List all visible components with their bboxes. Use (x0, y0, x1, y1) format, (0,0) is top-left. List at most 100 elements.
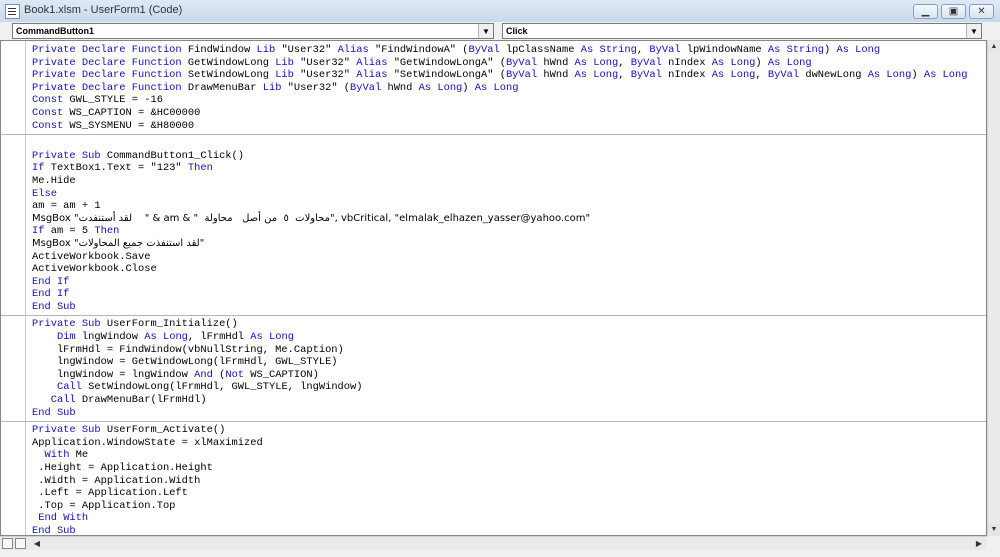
code-line[interactable]: Private Sub UserForm_Activate() (32, 424, 986, 437)
code-line[interactable]: End If (32, 288, 986, 301)
code-line[interactable]: If TextBox1.Text = "123" Then (32, 162, 986, 175)
code-editor[interactable]: Private Declare Function FindWindow Lib … (0, 40, 987, 536)
code-text: UserForm_Initialize() (106, 318, 238, 331)
code-line[interactable]: .Top = Application.Top (32, 500, 986, 513)
code-text: Me.Hide (32, 174, 76, 187)
code-line[interactable]: am = am + 1 (32, 200, 986, 213)
scroll-right-icon[interactable]: ▶ (972, 537, 986, 550)
code-keyword: If (32, 162, 51, 175)
code-text: ) (462, 81, 475, 94)
code-line[interactable]: End Sub (32, 407, 986, 420)
code-listing[interactable]: Private Declare Function FindWindow Lib … (1, 44, 986, 535)
minimize-button[interactable]: ▁ (913, 4, 938, 19)
title-bar[interactable]: Book1.xlsm - UserForm1 (Code) ▁ ▣ ✕ (0, 0, 1000, 23)
initialize-procedure: Private Sub UserForm_Initialize() Dim ln… (32, 318, 986, 419)
code-line[interactable]: Private Sub CommandButton1_Click() (32, 150, 986, 163)
code-keyword: Const (32, 119, 70, 132)
procedure-view-icon[interactable] (2, 538, 13, 549)
code-text: .Width = Application.Width (32, 474, 201, 487)
size-grip (987, 536, 1000, 550)
code-line[interactable]: Else (32, 188, 986, 201)
code-text: DrawMenuBar(lFrmHdl) (81, 394, 207, 407)
code-line[interactable]: lngWindow = lngWindow And (Not WS_CAPTIO… (32, 369, 986, 382)
code-line[interactable]: End If (32, 276, 986, 289)
code-text: "User32" (281, 44, 338, 56)
code-combo-row: CommandButton1 ▼ Click ▼ (0, 22, 1000, 40)
code-line[interactable]: Private Declare Function DrawMenuBar Lib… (32, 82, 986, 95)
code-keyword: Const (32, 106, 70, 119)
code-line[interactable] (32, 137, 986, 150)
close-button[interactable]: ✕ (969, 4, 994, 19)
code-text: hWnd (387, 81, 419, 94)
code-line[interactable]: End Sub (32, 525, 986, 535)
code-line[interactable]: ActiveWorkbook.Save (32, 251, 986, 264)
code-keyword: As Long (250, 331, 294, 344)
code-keyword: As Long (711, 56, 756, 69)
code-keyword: As Long (574, 69, 619, 82)
code-line[interactable]: End Sub (32, 301, 986, 314)
maximize-icon: ▣ (948, 6, 959, 17)
code-text: hWnd (543, 69, 575, 82)
code-line[interactable]: Me.Hide (32, 175, 986, 188)
code-keyword: ByVal (505, 69, 544, 82)
code-line[interactable]: Private Declare Function FindWindow Lib … (32, 44, 986, 57)
code-text: , (636, 44, 650, 56)
code-text: hWnd (543, 56, 575, 69)
code-keyword: Lib (275, 56, 301, 69)
code-keyword: Alias (356, 56, 394, 69)
code-line[interactable]: Call SetWindowLong(lFrmHdl, GWL_STYLE, l… (32, 381, 986, 394)
code-text: am = 5 (50, 225, 95, 238)
code-keyword: As Long (144, 331, 188, 344)
code-text: MsgBox "لقد استنفذت جميع المحاولات" (32, 237, 205, 249)
code-keyword: ByVal (649, 44, 687, 56)
code-keyword: Dim (56, 331, 82, 344)
code-line[interactable]: Private Sub UserForm_Initialize() (32, 318, 986, 331)
full-module-view-icon[interactable] (15, 538, 26, 549)
code-line[interactable]: Dim lngWindow As Long, lFrmHdl As Long (32, 331, 986, 344)
code-line[interactable]: If am = 5 Then (32, 225, 986, 238)
code-line[interactable]: ActiveWorkbook.Close (32, 263, 986, 276)
chevron-down-icon[interactable]: ▼ (966, 24, 981, 38)
code-line[interactable]: Private Declare Function GetWindowLong L… (32, 57, 986, 70)
code-line[interactable]: MsgBox "لقد استنفذت جميع المحاولات" (32, 238, 986, 251)
code-line[interactable]: lngWindow = GetWindowLong(lFrmHdl, GWL_S… (32, 356, 986, 369)
code-text: , (618, 56, 631, 69)
code-line[interactable]: Call DrawMenuBar(lFrmHdl) (32, 394, 986, 407)
chevron-down-icon[interactable]: ▼ (478, 24, 493, 38)
code-line[interactable]: .Height = Application.Height (32, 462, 986, 475)
code-line[interactable]: Private Declare Function SetWindowLong L… (32, 69, 986, 82)
code-line[interactable]: .Width = Application.Width (32, 475, 986, 488)
code-keyword: As Long (711, 69, 756, 82)
code-keyword: Else (32, 187, 57, 200)
code-text: TextBox1.Text = "123" (50, 162, 188, 175)
code-line[interactable]: MsgBox "لقد أستنفدت " & am & " محاولات ٥… (32, 213, 986, 226)
procedure-dropdown[interactable]: Click ▼ (502, 23, 982, 39)
code-line[interactable]: lFrmHdl = FindWindow(vbNullString, Me.Ca… (32, 344, 986, 357)
scroll-down-icon[interactable]: ▼ (988, 523, 1000, 536)
code-keyword: ByVal (630, 56, 669, 69)
code-line[interactable]: Const GWL_STYLE = -16 (32, 94, 986, 107)
code-line[interactable]: End With (32, 512, 986, 525)
code-line[interactable]: Application.WindowState = xlMaximized (32, 437, 986, 450)
code-text: nIndex (668, 69, 712, 82)
code-keyword: If (32, 225, 51, 238)
code-line[interactable]: With Me (32, 449, 986, 462)
scroll-up-icon[interactable]: ▲ (988, 40, 1000, 53)
code-keyword: Lib (275, 69, 301, 82)
minimize-icon: ▁ (921, 6, 930, 17)
code-line[interactable]: Const WS_SYSMENU = &H80000 (32, 120, 986, 133)
code-keyword: As Long (867, 69, 912, 82)
horizontal-scrollbar[interactable]: ◀ ▶ (0, 536, 987, 550)
code-text: am = am + 1 (32, 200, 101, 213)
vertical-scrollbar[interactable]: ▲ ▼ (987, 40, 1000, 536)
maximize-button[interactable]: ▣ (941, 4, 966, 19)
code-keyword: ByVal (630, 69, 669, 82)
object-dropdown[interactable]: CommandButton1 ▼ (12, 23, 494, 39)
code-line[interactable]: Const WS_CAPTION = &HC00000 (32, 107, 986, 120)
scroll-left-icon[interactable]: ◀ (30, 537, 44, 550)
editor-margin[interactable] (1, 41, 26, 535)
procedure-separator (1, 315, 986, 317)
code-text: ActiveWorkbook.Save (32, 250, 151, 263)
code-line[interactable]: .Left = Application.Left (32, 487, 986, 500)
